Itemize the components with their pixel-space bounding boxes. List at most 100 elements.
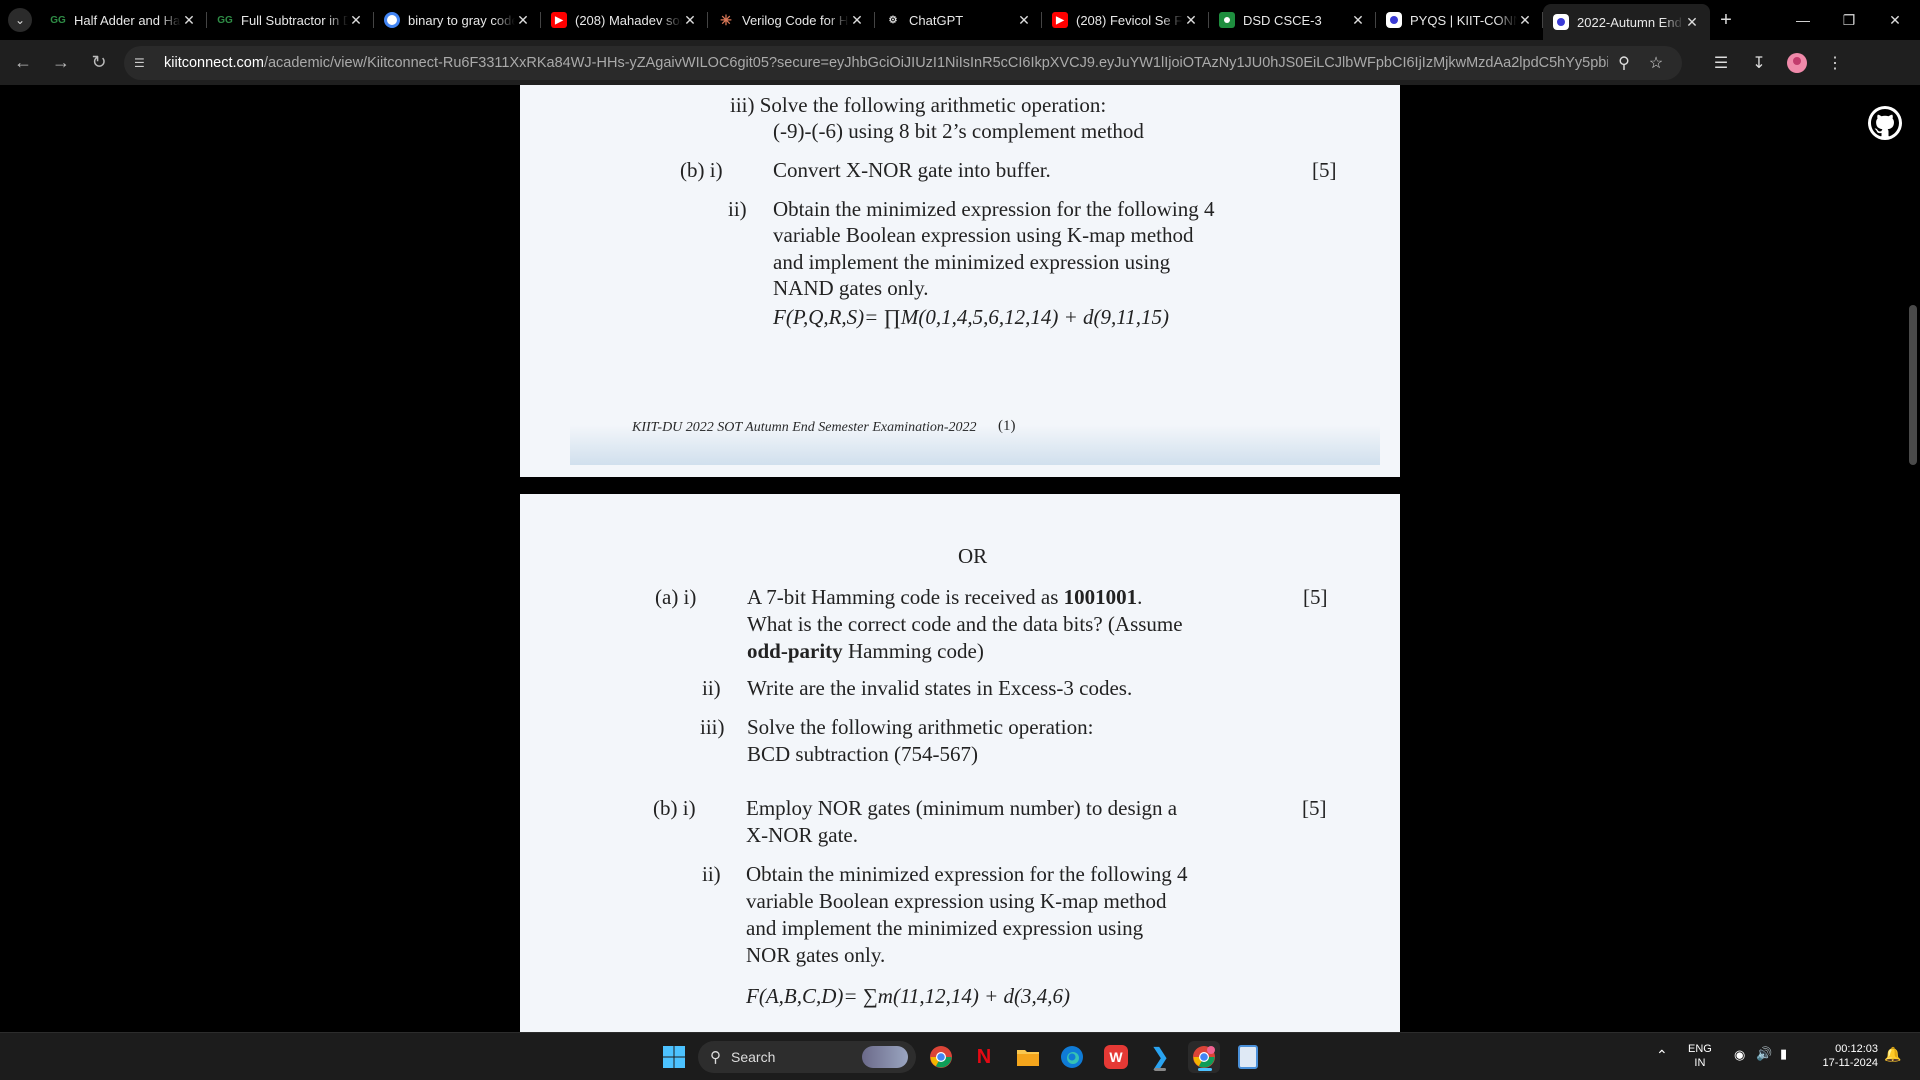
question-label: iii): [700, 715, 725, 739]
avatar: [1787, 52, 1807, 73]
reload-button[interactable]: ↻: [80, 47, 118, 79]
browser-tab[interactable]: ▶ (208) Fevicol Se Fevicol✕: [1042, 0, 1209, 40]
windows-start-icon[interactable]: [658, 1041, 690, 1073]
downloads-icon[interactable]: ↧: [1740, 47, 1778, 79]
question-line: X-NOR gate.: [746, 823, 858, 847]
bookmark-star-icon[interactable]: ☆: [1640, 53, 1672, 73]
tab-title: Verilog Code for Half Adder: [742, 12, 849, 28]
wps-office-icon[interactable]: W: [1100, 1041, 1132, 1073]
kiit-icon: [1553, 14, 1569, 30]
tab-title: PYQS | KIIT-CONNECT: [1410, 12, 1517, 28]
forward-button[interactable]: →: [42, 47, 80, 79]
question-line: variable Boolean expression using K-map …: [773, 223, 1194, 247]
gfg-icon: GG: [217, 14, 233, 26]
close-icon[interactable]: ✕: [1684, 14, 1700, 31]
file-explorer-icon[interactable]: [1012, 1041, 1044, 1073]
close-icon[interactable]: ✕: [849, 12, 865, 29]
claude-icon: ✳: [720, 11, 732, 28]
close-icon[interactable]: ✕: [181, 12, 197, 29]
question-line: Convert X-NOR gate into buffer.: [773, 158, 1051, 182]
github-icon[interactable]: [1868, 106, 1902, 140]
notification-bell-icon[interactable]: 🔔: [1884, 1046, 1901, 1063]
battery-icon[interactable]: ▮: [1780, 1046, 1787, 1062]
tab-search-button[interactable]: ⌄: [0, 0, 40, 40]
close-icon[interactable]: ✕: [348, 12, 364, 29]
netflix-icon[interactable]: N: [968, 1041, 1000, 1073]
question-line: and implement the minimized expression u…: [773, 250, 1171, 274]
browser-tab[interactable]: GG Full Subtractor in Digital Logic✕: [207, 0, 374, 40]
zoom-icon[interactable]: ⚲: [1608, 53, 1640, 73]
clock[interactable]: 00:12:03 17-11-2024: [1812, 1043, 1878, 1069]
close-icon[interactable]: ✕: [682, 12, 698, 29]
scrollbar[interactable]: [1909, 305, 1917, 465]
classroom-icon: [1219, 12, 1235, 28]
boolean-expression: F(P,Q,R,S)= ∏M(0,1,4,5,6,12,14) + d(9,11…: [773, 305, 1169, 329]
vscode-icon[interactable]: ❯: [1144, 1041, 1176, 1073]
close-icon[interactable]: ✕: [1350, 12, 1366, 29]
browser-tab[interactable]: binary to gray code ✕: [374, 0, 541, 40]
marks-label: [5]: [1302, 796, 1327, 820]
arrow-left-icon: ←: [14, 52, 32, 72]
boolean-expression: F(A,B,C,D)= ∑m(11,12,14) + d(3,4,6): [746, 984, 1071, 1008]
close-window-button[interactable]: ✕: [1872, 0, 1918, 40]
marks-label: [5]: [1312, 158, 1337, 182]
language-indicator[interactable]: ENG IN: [1688, 1043, 1712, 1069]
chrome-profile-icon[interactable]: [1188, 1041, 1220, 1073]
tab-title: Half Adder and Half Subtractor: [74, 12, 181, 28]
chevron-up-icon[interactable]: ⌃: [1656, 1047, 1668, 1064]
tab-title: (208) Mahadev song: [575, 12, 682, 28]
pdf-viewer[interactable]: iii) Solve the following arithmetic oper…: [0, 85, 1920, 1032]
question-line: and implement the minimized expression u…: [746, 916, 1144, 940]
youtube-icon: ▶: [551, 12, 567, 28]
browser-tab[interactable]: 2022-Autumn End Semester✕: [1543, 4, 1710, 40]
tab-title: Full Subtractor in Digital Logic: [241, 12, 348, 28]
question-line: odd-parity Hamming code): [747, 639, 984, 663]
profile-button[interactable]: [1778, 47, 1816, 79]
question-line: A 7-bit Hamming code is received as 1001…: [747, 585, 1143, 609]
close-icon[interactable]: ✕: [1517, 12, 1533, 29]
question-line: (-9)-(-6) using 8 bit 2’s complement met…: [773, 119, 1144, 143]
wifi-icon[interactable]: ◉: [1734, 1047, 1745, 1063]
browser-tab[interactable]: PYQS | KIIT-CONNECT✕: [1376, 0, 1543, 40]
arrow-right-icon: →: [52, 52, 70, 72]
tab-title: 2022-Autumn End Semester: [1577, 14, 1684, 30]
question-label: (a) i): [655, 585, 697, 609]
menu-kebab-icon[interactable]: ⋮: [1816, 47, 1854, 79]
tab-title: (208) Fevicol Se Fevicol: [1076, 12, 1183, 28]
new-tab-button[interactable]: +: [1710, 9, 1742, 32]
gfg-icon: GG: [50, 14, 66, 26]
address-bar[interactable]: ☰ kiitconnect.com/academic/view/Kiitconn…: [124, 45, 1682, 80]
site-info-icon[interactable]: ☰: [134, 56, 154, 70]
browser-tab[interactable]: ✳ Verilog Code for Half Adder✕: [708, 0, 875, 40]
question-line: iii) Solve the following arithmetic oper…: [730, 93, 1107, 117]
question-line: BCD subtraction (754-567): [747, 742, 978, 766]
google-icon: [384, 12, 400, 28]
search-placeholder: Search: [731, 1049, 776, 1065]
question-line: variable Boolean expression using K-map …: [746, 889, 1167, 913]
close-icon[interactable]: ✕: [1016, 12, 1032, 29]
browser-tab[interactable]: DSD CSCE-3 ✕: [1209, 0, 1376, 40]
question-label: (b) i): [653, 796, 696, 820]
marks-label: [5]: [1303, 585, 1328, 609]
kiit-icon: [1386, 12, 1402, 28]
chrome-icon[interactable]: [925, 1041, 957, 1073]
search-highlight-image: [862, 1046, 908, 1068]
browser-tab[interactable]: GG Half Adder and Half Subtractor✕: [40, 0, 207, 40]
chatgpt-icon: ⚙: [888, 14, 898, 26]
back-button[interactable]: ←: [4, 47, 42, 79]
question-line: NAND gates only.: [773, 276, 929, 300]
media-controls-icon[interactable]: ☰: [1702, 47, 1740, 79]
notepad-icon[interactable]: [1232, 1041, 1264, 1073]
close-icon[interactable]: ✕: [515, 12, 531, 29]
restore-button[interactable]: ❐: [1826, 0, 1872, 40]
browser-tab[interactable]: ▶ (208) Mahadev song✕: [541, 0, 708, 40]
browser-tab[interactable]: ⚙ ChatGPT ✕: [875, 0, 1042, 40]
volume-icon[interactable]: 🔊: [1756, 1046, 1772, 1062]
close-icon[interactable]: ✕: [1183, 12, 1199, 29]
question-line: What is the correct code and the data bi…: [747, 612, 1183, 636]
minimize-button[interactable]: —: [1780, 0, 1826, 40]
taskbar-search[interactable]: ⚲ Search: [698, 1041, 916, 1073]
edge-icon[interactable]: [1056, 1041, 1088, 1073]
url-text[interactable]: kiitconnect.com/academic/view/Kiitconnec…: [164, 55, 1608, 71]
question-line: Obtain the minimized expression for the …: [773, 197, 1215, 221]
